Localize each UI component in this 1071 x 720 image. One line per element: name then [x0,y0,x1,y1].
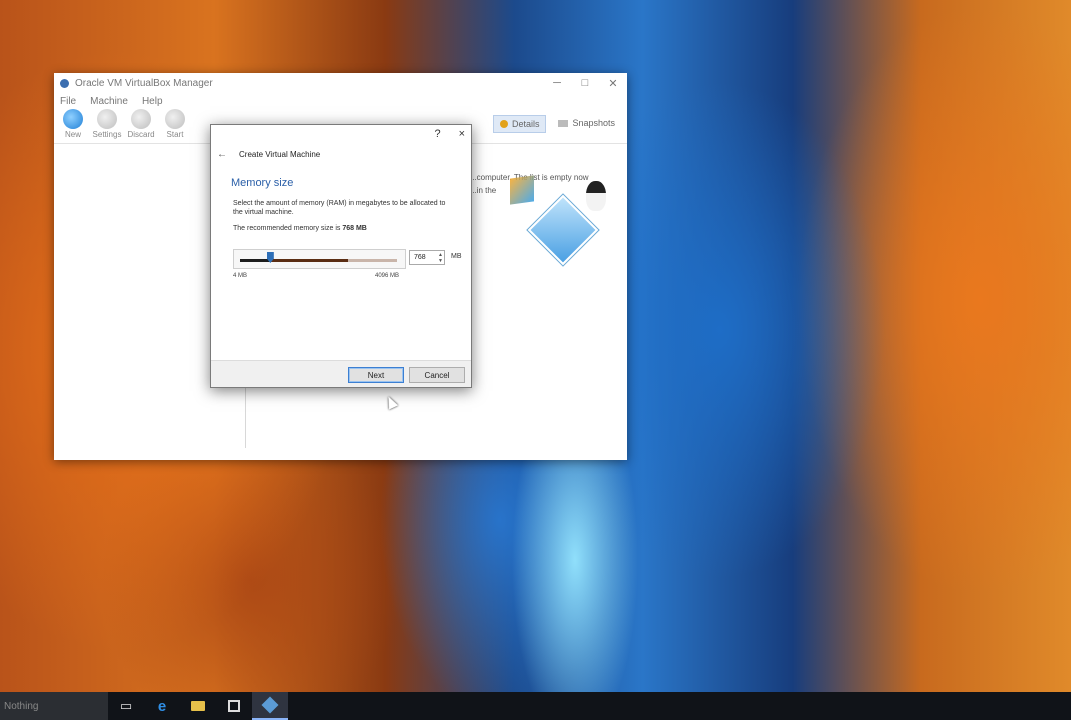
taskbar: Nothing ▭ e [0,692,1071,720]
new-label: New [64,130,81,139]
maximize-icon[interactable]: □ [571,77,599,89]
menu-machine[interactable]: Machine [90,96,128,107]
wizard-nav: ← Create Virtual Machine [211,143,471,165]
linux-penguin-icon [586,181,606,211]
virtualbox-welcome-illustration [502,175,620,266]
taskbar-search[interactable]: Nothing [0,692,108,720]
start-button[interactable]: Start [158,109,192,139]
memory-description: Select the amount of memory (RAM) in meg… [233,200,446,216]
back-arrow-icon[interactable]: ← [217,149,227,160]
manager-title: Oracle VM VirtualBox Manager [75,77,213,89]
windows-logo-icon [510,175,534,205]
recommended-value: 768 MB [342,225,367,232]
menu-file[interactable]: File [60,96,76,107]
snapshots-toggle[interactable]: Snapshots [552,115,621,131]
memory-spinbox[interactable]: 768 ▲ ▼ [409,250,445,265]
page-heading: Memory size [231,177,294,189]
recommended-memory-text: The recommended memory size is 768 MB [233,225,471,232]
details-label: Details [511,119,540,129]
task-view-icon[interactable]: ▭ [108,692,144,720]
spin-arrows-icon[interactable]: ▲ ▼ [438,252,443,264]
memory-unit: MB [451,253,462,260]
memory-value: 768 [414,254,426,261]
start-label: Start [166,130,184,139]
menu-bar: File Machine Help [54,93,627,109]
slider-track [240,259,397,262]
camera-icon [558,119,569,127]
new-vm-icon [63,109,83,129]
recommended-prefix: The recommended memory size is [233,225,341,232]
new-button[interactable]: New [56,109,90,139]
gear-icon [97,109,117,129]
close-icon[interactable]: ✕ [599,77,627,90]
create-vm-dialog: ? × ← Create Virtual Machine Memory size… [210,124,472,388]
memory-slider-row: 768 ▲ ▼ MB [233,249,465,269]
menu-help[interactable]: Help [142,96,163,107]
scale-min-label: 4 MB [233,273,248,279]
wizard-title: Create Virtual Machine [239,149,321,159]
details-icon [499,120,508,128]
memory-slider[interactable] [233,249,406,269]
minimize-icon[interactable]: ─ [543,77,571,89]
virtualbox-logo-icon [60,78,69,88]
start-arrow-icon [165,109,185,129]
discard-button[interactable]: Discard [124,109,158,139]
snapshots-label: Snapshots [572,118,615,128]
dialog-footer: Next Cancel [211,360,471,387]
slider-fill [240,259,270,262]
file-explorer-icon[interactable] [180,692,216,720]
manager-titlebar[interactable]: Oracle VM VirtualBox Manager ─ □ ✕ [54,73,627,93]
discard-arrow-icon [131,109,151,129]
dialog-close-button[interactable]: × [459,128,465,140]
slider-excess-zone [348,259,397,262]
settings-label: Settings [92,130,122,139]
store-icon[interactable] [216,692,252,720]
next-button[interactable]: Next [348,367,404,383]
cancel-button[interactable]: Cancel [409,367,465,383]
help-button[interactable]: ? [434,128,440,140]
details-toggle[interactable]: Details [492,115,547,133]
dialog-titlebar[interactable]: ? × [211,125,471,143]
settings-button[interactable]: Settings [90,109,124,139]
edge-browser-icon[interactable]: e [144,692,180,720]
scale-max-label: 4096 MB [375,273,400,279]
discard-label: Discard [127,130,155,139]
virtualbox-taskbar-icon[interactable] [252,692,288,720]
